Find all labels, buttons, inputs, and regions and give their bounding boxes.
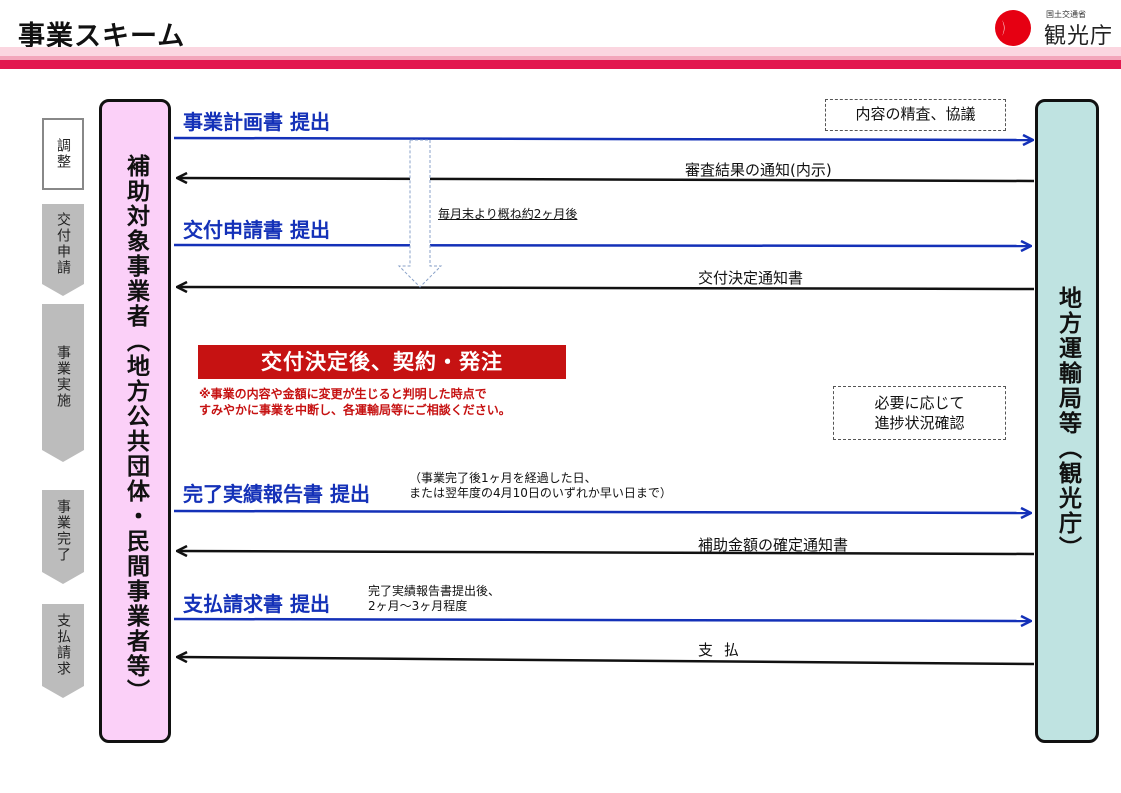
arrow-grant-apply xyxy=(173,245,1030,246)
label-plan-submit: 事業計画書 提出 xyxy=(183,110,330,134)
progress-line-2: 進捗状況確認 xyxy=(874,414,965,432)
progress-line-1: 必要に応じて xyxy=(874,394,965,412)
banner-contract: 交付決定後、契約・発注 xyxy=(198,345,566,379)
box-plan-review: 内容の精査、協議 xyxy=(825,99,1006,131)
arrow-amount-confirm xyxy=(178,551,1035,554)
warning-line-1: ※事業の内容や金額に変更が生じると判明した時点で xyxy=(199,387,487,401)
payment-note-1: 完了実績報告書提出後、 xyxy=(368,584,501,598)
period-down-arrow xyxy=(397,139,443,288)
label-amount-confirm: 補助金額の確定通知書 xyxy=(698,536,849,554)
arrow-review-result xyxy=(178,178,1035,181)
warning-line-2: すみやかに事業を中断し、各運輸局等にご相談ください。 xyxy=(199,403,511,417)
arrow-plan-submit xyxy=(173,138,1032,140)
completion-note-1: （事業完了後1ヶ月を経過した日、 xyxy=(409,471,597,485)
label-payment-request: 支払請求書 提出 xyxy=(183,592,330,616)
label-review-result: 審査結果の通知(内示) xyxy=(685,161,832,179)
payment-note-2: 2ヶ月～3ヶ月程度 xyxy=(368,599,468,613)
completion-note-2: または翌年度の4月10日のいずれか早い日まで） xyxy=(409,486,672,500)
label-payment: 支 払 xyxy=(698,641,742,659)
arrow-grant-decision xyxy=(178,287,1035,289)
label-grant-decision: 交付決定通知書 xyxy=(698,269,804,287)
arrow-payment xyxy=(178,657,1035,666)
label-period-note: 毎月末より概ね約2ヶ月後 xyxy=(438,207,578,221)
arrow-completion-submit xyxy=(173,511,1030,513)
label-grant-apply: 交付申請書 提出 xyxy=(183,218,330,242)
box-progress-check: 必要に応じて 進捗状況確認 xyxy=(833,386,1006,440)
arrow-payment-request xyxy=(173,619,1030,621)
label-completion-submit: 完了実績報告書 提出 xyxy=(183,482,370,506)
